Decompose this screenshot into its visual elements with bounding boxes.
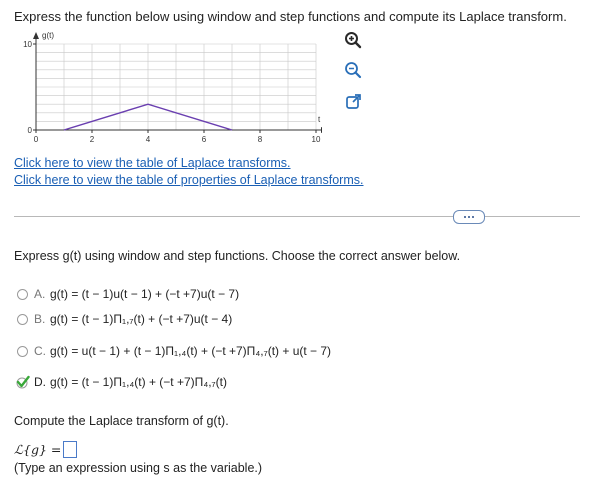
- zoom-out-button[interactable]: [342, 59, 364, 81]
- x-tick-label: 8: [258, 135, 263, 144]
- popout-icon: [345, 93, 361, 109]
- option-d[interactable]: D. g(t) = (t − 1)Π₁,₄(t) + (−t +7)Π₄,₇(t…: [14, 372, 227, 392]
- option-letter: C.: [34, 344, 46, 358]
- section-divider: [14, 216, 580, 217]
- x-tick-label: 10: [312, 135, 321, 144]
- radio-icon[interactable]: [17, 288, 28, 300]
- y-tick-label: 0: [28, 126, 33, 135]
- x-tick-label: 4: [146, 135, 151, 144]
- more-button[interactable]: [453, 210, 485, 224]
- option-letter: A.: [34, 287, 46, 301]
- x-tick-label: 6: [202, 135, 207, 144]
- option-expression: g(t) = (t − 1)Π₁,₄(t) + (−t +7)Π₄,₇(t): [50, 375, 227, 389]
- answer-input[interactable]: [63, 441, 78, 458]
- y-axis-arrow: [33, 32, 39, 39]
- problem-prompt: Express the function below using window …: [14, 9, 567, 24]
- y-axis-label: g(t): [42, 31, 54, 40]
- properties-table-link[interactable]: Click here to view the table of properti…: [14, 173, 363, 187]
- option-b[interactable]: B. g(t) = (t − 1)Π₁,₇(t) + (−t +7)u(t − …: [14, 309, 232, 329]
- answer-row: ℒ{g} =: [14, 441, 78, 458]
- answer-hint: (Type an expression using s as the varia…: [14, 461, 263, 475]
- laplace-label: ℒ{g} =: [14, 442, 62, 457]
- selected-check-icon[interactable]: [16, 375, 30, 389]
- radio-icon[interactable]: [17, 345, 28, 357]
- laplace-table-link[interactable]: Click here to view the table of Laplace …: [14, 156, 291, 170]
- compute-instruction: Compute the Laplace transform of g(t).: [14, 414, 229, 428]
- x-tick-label: 2: [90, 135, 95, 144]
- option-letter: D.: [34, 375, 46, 389]
- graph-plot: g(t) t 10 00 2 4 6 8 10: [23, 31, 322, 144]
- option-letter: B.: [34, 312, 46, 326]
- radio-icon[interactable]: [17, 313, 28, 325]
- x-tick-label: 0: [34, 135, 39, 144]
- zoom-in-icon: [345, 32, 362, 49]
- option-expression: g(t) = (t − 1)Π₁,₇(t) + (−t +7)u(t − 4): [50, 312, 233, 326]
- x-axis-label: t: [318, 115, 321, 124]
- option-c[interactable]: C. g(t) = u(t − 1) + (t − 1)Π₁,₄(t) + (−…: [14, 341, 331, 361]
- option-a[interactable]: A. g(t) = (t − 1)u(t − 1) + (−t +7)u(t −…: [14, 284, 239, 304]
- question-text: Express g(t) using window and step funct…: [14, 249, 461, 263]
- option-expression: g(t) = u(t − 1) + (t − 1)Π₁,₄(t) + (−t +…: [50, 344, 332, 358]
- x-axis-arrow: [321, 127, 322, 133]
- zoom-out-icon: [345, 62, 362, 79]
- zoom-in-button[interactable]: [342, 29, 364, 51]
- popout-button[interactable]: [342, 90, 364, 112]
- y-tick-label: 10: [23, 40, 32, 49]
- ellipsis-icon: [464, 216, 466, 218]
- option-expression: g(t) = (t − 1)u(t − 1) + (−t +7)u(t − 7): [50, 287, 240, 301]
